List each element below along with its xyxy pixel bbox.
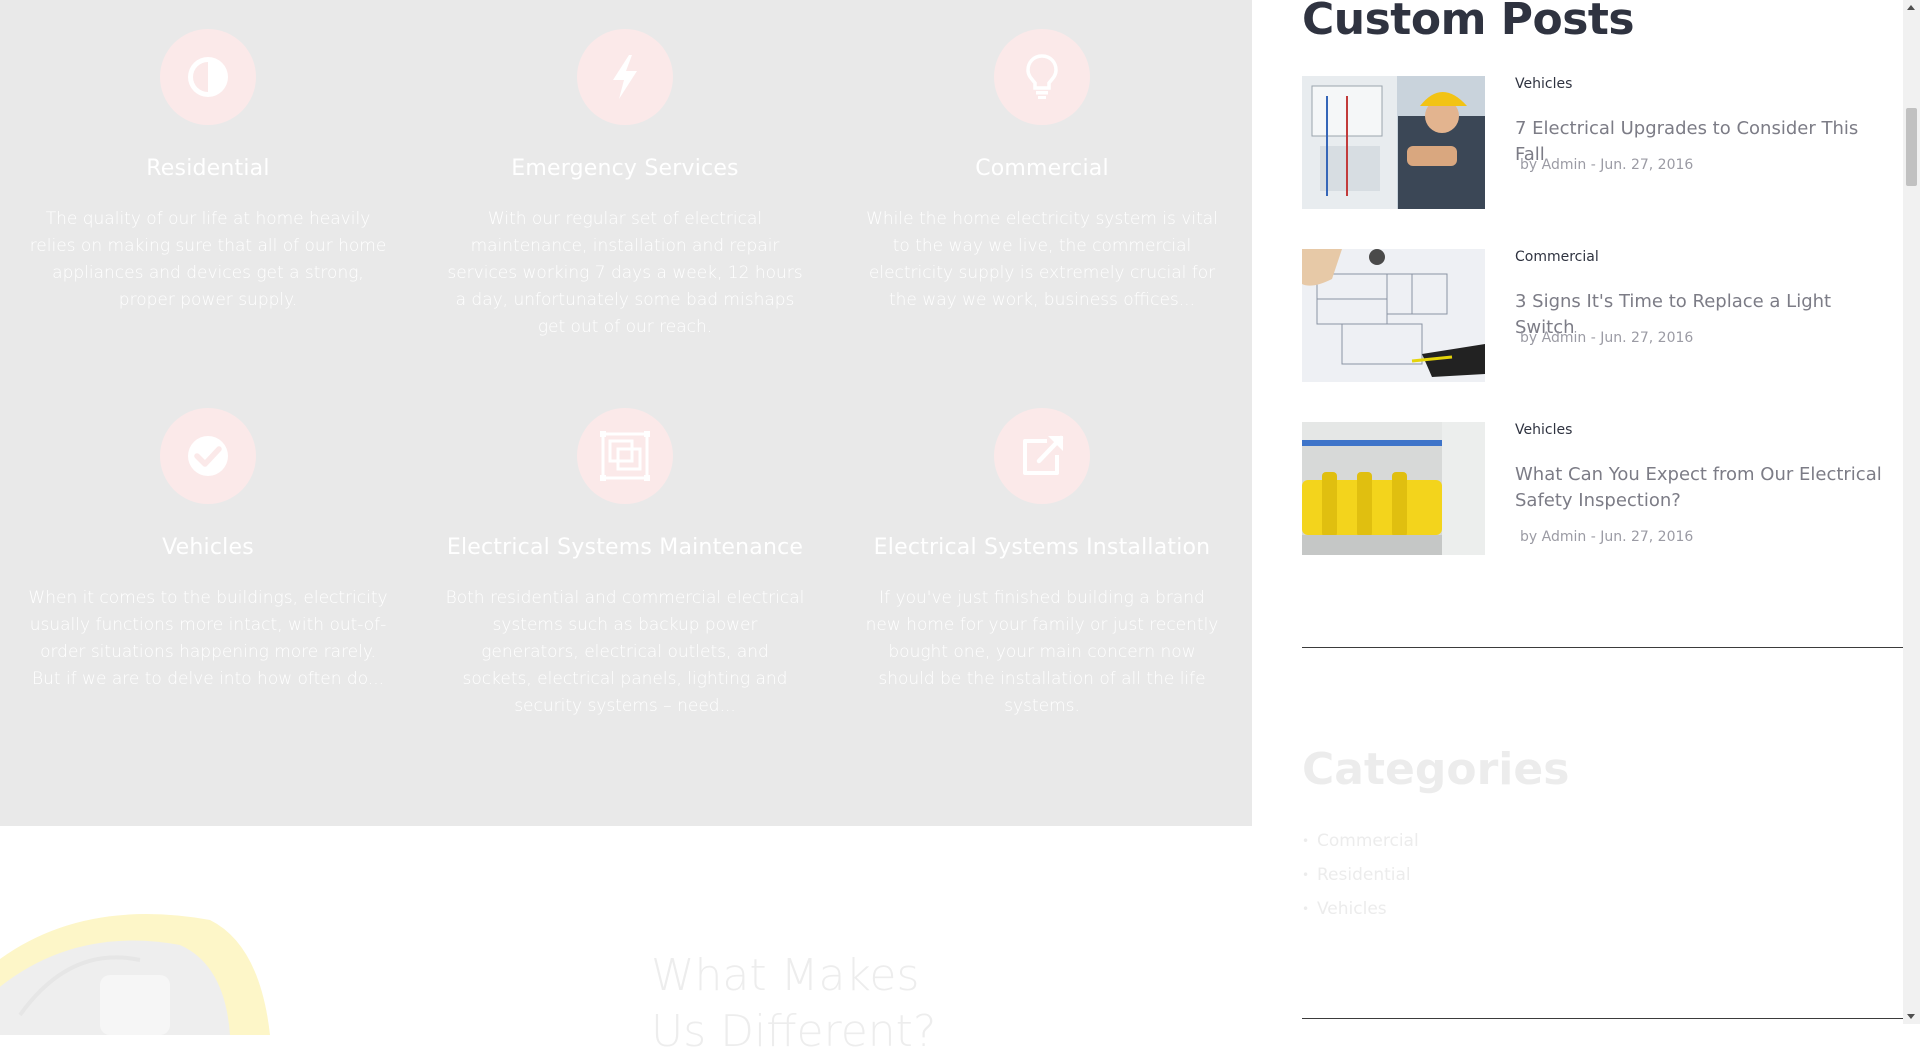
post-meta: by Admin - Jun. 27, 2016 [1520, 157, 1694, 173]
service-description: With our regular set of electrical maint… [447, 209, 803, 337]
service-description: Both residential and commercial electric… [445, 588, 805, 716]
scroll-down-arrow-icon[interactable] [1907, 1014, 1915, 1019]
service-residential[interactable]: Residential The quality of our life at h… [22, 29, 394, 314]
service-installation[interactable]: Electrical Systems Installation If you'v… [856, 408, 1228, 720]
service-description: While the home electricity system is vit… [866, 209, 1218, 310]
sidebar-divider [1302, 1018, 1903, 1019]
post-meta: by Admin - Jun. 27, 2016 [1520, 330, 1694, 346]
service-description: When it comes to the buildings, electric… [28, 588, 388, 689]
service-icon-circle [994, 29, 1090, 125]
layers-icon [600, 431, 650, 481]
service-title[interactable]: Commercial [856, 156, 1228, 181]
post-title[interactable]: What Can You Expect from Our Electrical … [1515, 462, 1885, 514]
page-scrollbar[interactable] [1903, 0, 1920, 1024]
service-title[interactable]: Emergency Services [439, 156, 811, 181]
categories-list: Commercial Residential Vehicles [1302, 824, 1419, 926]
category-link[interactable]: Residential [1302, 858, 1419, 892]
service-title[interactable]: Residential [22, 156, 394, 181]
service-description: If you've just finished building a brand… [865, 588, 1219, 716]
service-maintenance[interactable]: Electrical Systems Maintenance Both resi… [439, 408, 811, 720]
service-title[interactable]: Vehicles [22, 535, 394, 560]
checkmark-icon [188, 436, 228, 476]
lightbulb-icon [1026, 54, 1058, 99]
post-item[interactable]: Vehicles What Can You Expect from Our El… [1302, 422, 1892, 555]
service-emergency[interactable]: Emergency Services With our regular set … [439, 29, 811, 341]
post-item[interactable]: Commercial 3 Signs It's Time to Replace … [1302, 249, 1892, 382]
category-link[interactable]: Vehicles [1302, 892, 1419, 926]
service-icon-circle [577, 29, 673, 125]
post-category[interactable]: Vehicles [1515, 76, 1572, 92]
category-link[interactable]: Commercial [1302, 824, 1419, 858]
service-title[interactable]: Electrical Systems Installation [856, 535, 1228, 560]
post-thumbnail[interactable] [1302, 422, 1485, 555]
service-description: The quality of our life at home heavily … [29, 209, 387, 310]
sidebar: Custom Posts Vehicles 7 Electrical Upgra… [1252, 0, 1920, 1024]
multimeter-illustration [0, 905, 280, 1035]
post-thumbnail[interactable] [1302, 76, 1485, 209]
lightning-icon [613, 55, 637, 99]
post-meta: by Admin - Jun. 27, 2016 [1520, 529, 1694, 545]
what-makes-us-different-heading: What Makes Us Different? [651, 948, 1051, 1060]
sidebar-divider [1302, 647, 1903, 648]
contrast-icon [188, 57, 228, 97]
service-icon-circle [577, 408, 673, 504]
scroll-up-arrow-icon[interactable] [1907, 5, 1915, 10]
post-category[interactable]: Vehicles [1515, 422, 1572, 438]
external-link-icon [1023, 435, 1064, 475]
services-section: Residential The quality of our life at h… [0, 0, 1252, 826]
service-icon-circle [994, 408, 1090, 504]
service-commercial[interactable]: Commercial While the home electricity sy… [856, 29, 1228, 314]
service-icon-circle [160, 29, 256, 125]
service-icon-circle [160, 408, 256, 504]
service-vehicles[interactable]: Vehicles When it comes to the buildings,… [22, 408, 394, 693]
service-title[interactable]: Electrical Systems Maintenance [439, 535, 811, 560]
post-category[interactable]: Commercial [1515, 249, 1599, 265]
categories-heading: Categories [1302, 744, 1570, 795]
post-thumbnail[interactable] [1302, 249, 1485, 382]
heading-line: What Makes [651, 950, 920, 1001]
heading-line: Us Different? [651, 1006, 937, 1057]
custom-posts-heading: Custom Posts [1302, 0, 1635, 45]
post-item[interactable]: Vehicles 7 Electrical Upgrades to Consid… [1302, 76, 1892, 209]
scrollbar-thumb[interactable] [1906, 108, 1917, 186]
